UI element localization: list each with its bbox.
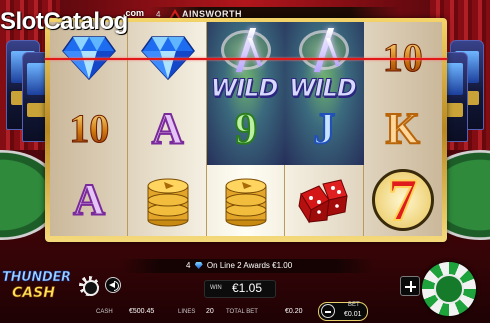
reel-4: WILD J [285,22,364,236]
win-value: €1.05 [232,281,263,295]
symbol-label: 10 [69,105,110,151]
watermark: SlotCatalog [0,8,128,35]
card-symbol: J [285,93,363,164]
symbol-label: 7 [387,167,419,234]
payline [45,58,447,60]
lines-value: 20 [206,308,214,315]
symbol-label: J [312,103,336,153]
coins-icon [207,165,285,236]
bet-value: €0.01 [344,311,362,318]
sound-icon[interactable] [105,277,121,293]
spin-button-center[interactable] [434,274,464,304]
card-symbol: A [128,93,206,164]
card-symbol: 9 [207,93,285,164]
dice-icon [285,165,363,236]
game-logo-line1: THUNDER [2,270,72,286]
diamond-icon [194,262,203,269]
reel-2: A [128,22,207,236]
card-symbol: A [50,165,128,236]
cash-label: CASH [96,309,113,315]
reel-5: 10 K 7 [364,22,442,236]
win-message-text: On Line 2 Awards €1.00 [206,261,293,270]
symbol-label: A [151,103,185,153]
reel-3: WILD 9 [206,22,286,236]
lines-label: LINES [178,309,196,315]
coins-icon [128,165,206,236]
total-bet-label: TOTAL BET [226,309,258,315]
bet-decrease-button[interactable] [321,304,335,318]
card-symbol: K [364,93,442,164]
bet-label: BET [348,302,360,308]
reels-area: 10 A A WILD 9 WILD J 10 K 7 [50,22,442,236]
win-message: 4 On Line 2 Awards €1.00 [186,261,292,270]
cash-value: €500.45 [129,308,155,315]
seven-symbol: 7 [364,165,442,236]
symbol-label: A [72,175,106,225]
game-logo-line2: CASH [12,285,56,302]
reel-1: 10 A [50,22,129,236]
symbol-label: 9 [234,103,258,153]
bet-increase-button[interactable] [400,276,420,296]
total-bet-value: €0.20 [285,308,303,315]
win-label: WIN [210,285,222,291]
watermark-suffix: .com [123,8,145,18]
card-symbol: 10 [50,93,128,164]
gear-icon[interactable] [79,276,99,296]
symbol-label: K [385,103,421,153]
win-message-count: 4 [186,261,191,270]
